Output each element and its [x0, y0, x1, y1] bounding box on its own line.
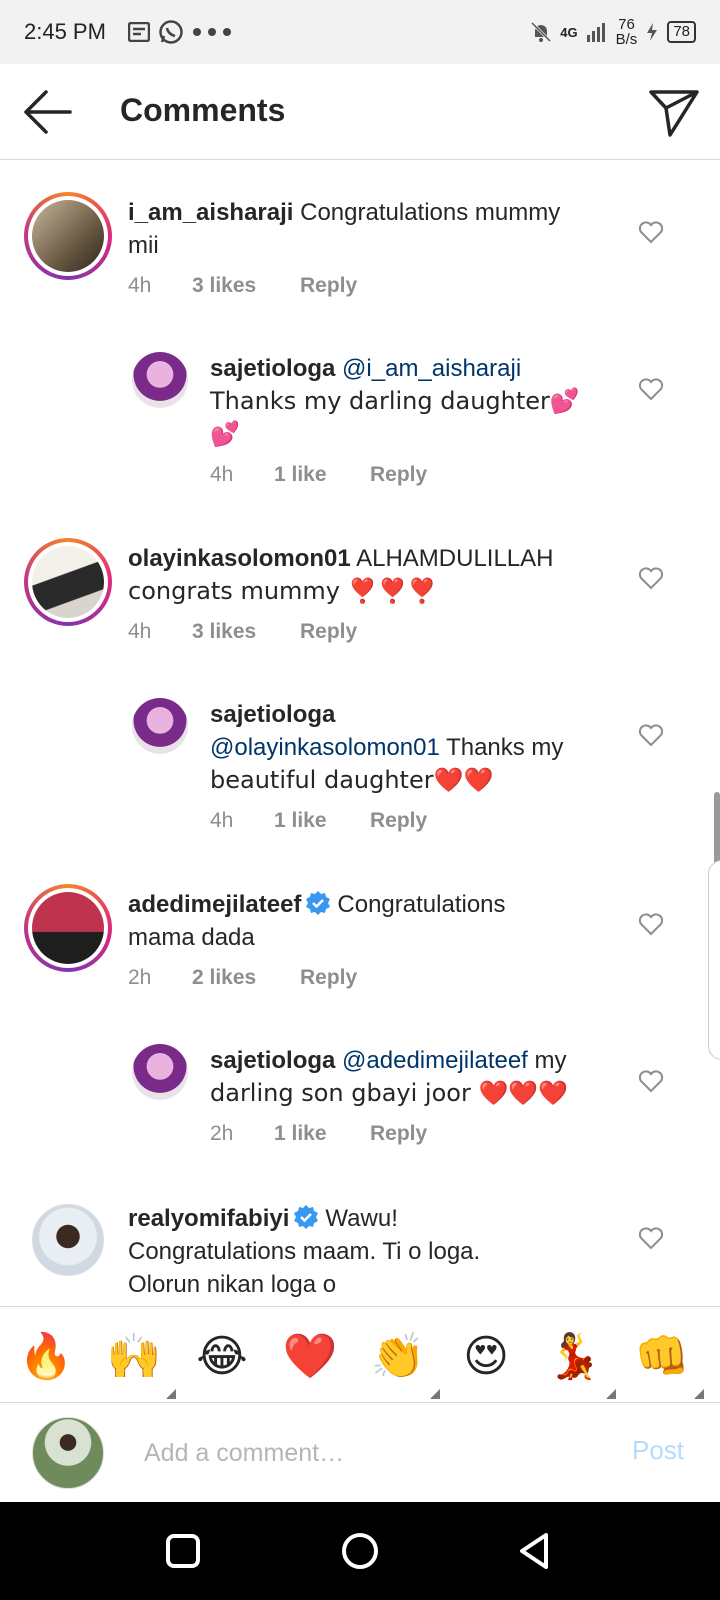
reply-button[interactable]: Reply — [370, 1122, 427, 1146]
mute-bell-icon — [531, 21, 552, 43]
avatar[interactable] — [132, 698, 188, 754]
emoji-fire-button[interactable]: 🔥 — [18, 1329, 74, 1385]
back-nav-button[interactable] — [510, 1526, 560, 1576]
likes-count[interactable]: 1 like — [274, 463, 370, 487]
reply-button[interactable]: Reply — [300, 620, 357, 644]
likes-count[interactable]: 1 like — [274, 1122, 370, 1146]
like-heart-icon[interactable] — [638, 220, 664, 244]
avatar[interactable] — [24, 192, 112, 280]
emoji-quick-bar: 🔥 🙌 😂 ❤️ 👏 😍 💃 👊 — [0, 1306, 720, 1402]
like-heart-icon[interactable] — [638, 377, 664, 401]
like-heart-icon[interactable] — [638, 1226, 664, 1250]
status-bar: 2:45 PM 4G 76 B/s 78 — [0, 0, 720, 64]
back-button[interactable] — [22, 88, 74, 136]
comments-header: Comments — [0, 64, 720, 160]
whatsapp-icon — [159, 20, 183, 44]
home-button[interactable] — [335, 1526, 385, 1576]
like-heart-icon[interactable] — [638, 723, 664, 747]
signal-icon — [586, 23, 605, 42]
skin-tone-indicator — [430, 1389, 440, 1399]
emoji-raising-hands-button[interactable]: 🙌 — [106, 1329, 176, 1399]
likes-count[interactable]: 2 likes — [192, 966, 300, 990]
comment-text: sajetiologa @olayinkasolomon01 Thanks my… — [210, 701, 564, 794]
net-speed: 76 B/s — [615, 16, 638, 48]
charging-icon — [647, 23, 658, 41]
comment-text: i_am_aisharaji Congratulations mummy mii — [128, 199, 561, 259]
system-navigation-bar — [0, 1502, 720, 1600]
page-title: Comments — [120, 92, 286, 128]
side-edge-panel-handle[interactable] — [708, 860, 720, 1060]
emoji-red-heart-button[interactable]: ❤️ — [282, 1329, 338, 1385]
like-heart-icon[interactable] — [638, 566, 664, 590]
comment-username[interactable]: realyomifabiyi — [128, 1205, 289, 1232]
network-type: 4G — [560, 24, 578, 40]
reply-button[interactable]: Reply — [300, 966, 357, 990]
like-heart-icon[interactable] — [638, 1069, 664, 1093]
comment-meta: 4h 1 like Reply — [210, 809, 428, 833]
emoji-heart-eyes-button[interactable]: 😍 — [458, 1329, 514, 1385]
mention-link[interactable]: @adedimejilateef — [342, 1047, 528, 1074]
emoji-tears-of-joy-button[interactable]: 😂 — [194, 1329, 250, 1385]
recent-apps-button[interactable] — [158, 1526, 208, 1576]
avatar[interactable] — [24, 884, 112, 972]
comment-text: sajetiologa @i_am_aisharaji Thanks my da… — [210, 355, 580, 448]
status-time: 2:45 PM — [24, 19, 106, 44]
reply-button[interactable]: Reply — [370, 463, 427, 487]
comment-text: olayinkasolomon01 ALHAMDULILLAH congrats… — [128, 545, 554, 605]
direct-send-button[interactable] — [648, 86, 700, 138]
comment-username[interactable]: i_am_aisharaji — [128, 199, 293, 226]
avatar[interactable] — [32, 1204, 104, 1276]
emoji-clapping-button[interactable]: 👏 — [370, 1329, 440, 1399]
skin-tone-indicator — [166, 1389, 176, 1399]
comments-list[interactable]: i_am_aisharaji Congratulations mummy mii… — [0, 160, 720, 1306]
comment-username[interactable]: sajetiologa — [210, 355, 335, 382]
comment-username[interactable]: sajetiologa — [210, 1047, 335, 1074]
verified-badge-icon — [294, 1205, 319, 1229]
comment-text: adedimejilateef Congratulations mama dada — [128, 891, 506, 951]
emoji-dancer-button[interactable]: 💃 — [546, 1329, 616, 1399]
mention-link[interactable]: @olayinkasolomon01 — [210, 734, 440, 761]
battery-level: 78 — [667, 21, 696, 43]
likes-count[interactable]: 1 like — [274, 809, 370, 833]
comment-meta: 4h 3 likes Reply — [128, 620, 358, 644]
my-avatar — [32, 1417, 104, 1489]
post-button[interactable]: Post — [632, 1435, 684, 1466]
comment-meta: 2h 2 likes Reply — [128, 966, 358, 990]
avatar[interactable] — [24, 538, 112, 626]
mention-link[interactable]: @i_am_aisharaji — [342, 355, 521, 382]
more-dots-icon — [192, 28, 231, 36]
comment-meta: 2h 1 like Reply — [210, 1122, 428, 1146]
comment-text: realyomifabiyi Wawu! Congratulations maam… — [128, 1205, 481, 1298]
comment-text: sajetiologa @adedimejilateef my darling … — [210, 1047, 569, 1107]
comment-username[interactable]: adedimejilateef — [128, 891, 301, 918]
comment-username[interactable]: olayinkasolomon01 — [128, 545, 351, 572]
notification-news-icon — [127, 22, 150, 42]
likes-count[interactable]: 3 likes — [192, 274, 300, 298]
reply-button[interactable]: Reply — [300, 274, 357, 298]
comment-username[interactable]: sajetiologa — [210, 701, 335, 728]
reply-button[interactable]: Reply — [370, 809, 427, 833]
like-heart-icon[interactable] — [638, 912, 664, 936]
comment-input[interactable] — [144, 1431, 584, 1475]
comment-meta: 4h 3 likes Reply — [128, 274, 358, 298]
avatar[interactable] — [132, 352, 188, 408]
comment-composer: Post — [0, 1402, 720, 1502]
skin-tone-indicator — [606, 1389, 616, 1399]
comment-meta: 4h 1 like Reply — [210, 463, 428, 487]
emoji-fist-button[interactable]: 👊 — [634, 1329, 704, 1399]
likes-count[interactable]: 3 likes — [192, 620, 300, 644]
skin-tone-indicator — [694, 1389, 704, 1399]
avatar[interactable] — [132, 1044, 188, 1100]
verified-badge-icon — [306, 891, 331, 915]
